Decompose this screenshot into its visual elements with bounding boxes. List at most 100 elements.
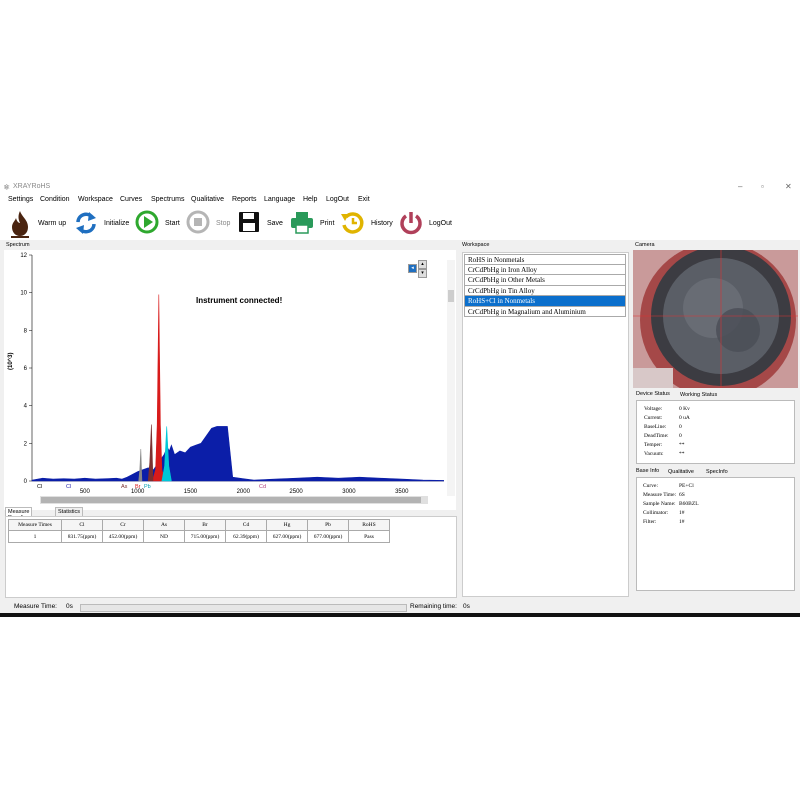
status-bar: Measure Time: 0s Remaining time: 0s bbox=[0, 601, 800, 613]
workspace-item[interactable]: CrCdPbHg in Iron Alloy bbox=[464, 264, 626, 275]
taskbar bbox=[0, 613, 800, 617]
menu-workspace[interactable]: Workspace bbox=[78, 196, 113, 203]
results-panel: Measure Times Cl Cr As Br Cd Hg Pb RoHS … bbox=[5, 516, 457, 598]
scroll-up-button[interactable]: ▴ bbox=[418, 260, 427, 269]
save-icon bbox=[239, 212, 259, 232]
stop-icon bbox=[186, 210, 210, 234]
col-pb: Pb bbox=[307, 519, 349, 531]
y-tick-label: 6 bbox=[24, 366, 28, 372]
deadtime-value: 0 bbox=[679, 433, 682, 439]
logout-label: LogOut bbox=[429, 220, 452, 227]
vacuum-value: ** bbox=[679, 451, 685, 457]
current-label: Current: bbox=[644, 415, 663, 421]
save-button[interactable]: Save bbox=[237, 208, 287, 240]
initialize-button[interactable]: Initialize bbox=[74, 208, 132, 240]
menu-bar: Settings Condition Workspace Curves Spec… bbox=[0, 194, 800, 208]
cell-cr: 452.00(ppm) bbox=[102, 530, 144, 543]
app-window: ⚛ XRAYRoHS – ▫ ✕ Settings Condition Work… bbox=[0, 180, 800, 615]
col-measure-times: Measure Times bbox=[8, 519, 62, 531]
element-label-cl-2: Cl bbox=[66, 484, 71, 490]
voltage-value: 0 Kv bbox=[679, 406, 690, 412]
col-rohs: RoHS bbox=[348, 519, 390, 531]
vertical-scroll-thumb[interactable] bbox=[448, 290, 454, 302]
menu-settings[interactable]: Settings bbox=[8, 196, 33, 203]
window-title: XRAYRoHS bbox=[13, 183, 51, 190]
remaining-time-value: 0s bbox=[463, 603, 470, 610]
workspace-item[interactable]: CrCdPbHg in Tin Alloy bbox=[464, 285, 626, 296]
close-icon[interactable]: ✕ bbox=[785, 182, 792, 191]
spectrum-caption: Spectrum bbox=[6, 242, 30, 248]
baseline-value: 0 bbox=[679, 424, 682, 430]
tab-specinfo[interactable]: SpecInfo bbox=[706, 469, 728, 475]
print-button[interactable]: Print bbox=[289, 208, 337, 240]
workspace-item[interactable]: RoHS in Nonmetals bbox=[464, 254, 626, 265]
spectrum-series-0 bbox=[31, 426, 444, 482]
measure-time-status-label: Measure Time: bbox=[14, 603, 57, 610]
spectrum-series-4 bbox=[138, 448, 143, 482]
cell-pb: 677.00(ppm) bbox=[307, 530, 349, 543]
spectrum-chart[interactable]: 024681012500 1000 1500 2000 2500 3000 3500 (10… bbox=[4, 250, 444, 498]
tab-qualitative[interactable]: Qualitative bbox=[668, 469, 694, 475]
measure-time-label: Measure Time: bbox=[643, 492, 677, 498]
workspace-item[interactable]: CrCdPbHg in Other Metals bbox=[464, 275, 626, 286]
menu-curves[interactable]: Curves bbox=[120, 196, 142, 203]
stop-label: Stop bbox=[216, 220, 231, 227]
menu-exit[interactable]: Exit bbox=[358, 196, 370, 203]
deadtime-label: DeadTime: bbox=[644, 433, 669, 439]
menu-spectrums[interactable]: Spectrums bbox=[151, 196, 184, 203]
history-button[interactable]: History bbox=[340, 208, 395, 240]
collimator-value: 1# bbox=[679, 510, 685, 516]
menu-help[interactable]: Help bbox=[303, 196, 317, 203]
logout-button[interactable]: LogOut bbox=[398, 208, 456, 240]
cell-cl: 831.75(ppm) bbox=[61, 530, 103, 543]
warmup-label: Warm up bbox=[38, 220, 67, 227]
flame-icon bbox=[11, 211, 29, 238]
play-icon bbox=[135, 210, 159, 234]
x-tick-label: 1500 bbox=[184, 489, 198, 495]
camera-view bbox=[633, 250, 798, 388]
menu-language[interactable]: Language bbox=[264, 196, 295, 203]
y-tick-label: 2 bbox=[24, 441, 28, 447]
element-label-cd: Cd bbox=[259, 484, 266, 490]
camera-caption: Camera bbox=[635, 242, 655, 248]
tab-device-status[interactable]: Device Status bbox=[636, 391, 670, 397]
start-button[interactable]: Start bbox=[135, 208, 183, 240]
workspace-item[interactable]: CrCdPbHg in Magnalium and Aluminium bbox=[464, 306, 626, 317]
scroll-down-button[interactable]: ▾ bbox=[418, 269, 427, 278]
cell-as: ND bbox=[143, 530, 185, 543]
history-label: History bbox=[371, 220, 393, 227]
toolbar: Warm up Initialize Start Stop Save Print… bbox=[0, 208, 800, 240]
y-tick-label: 0 bbox=[24, 479, 28, 485]
tab-base-info[interactable]: Base Info bbox=[636, 468, 659, 474]
horizontal-scrollbar[interactable] bbox=[40, 496, 428, 504]
table-row[interactable]: 1 831.75(ppm) 452.00(ppm) ND 715.00(ppm)… bbox=[8, 530, 390, 543]
y-axis-label: (10^3) bbox=[8, 352, 14, 370]
warmup-button[interactable]: Warm up bbox=[8, 208, 68, 240]
x-tick-label: 2500 bbox=[289, 489, 303, 495]
workspace-item-selected[interactable]: RoHS+Cl in Nonmetals bbox=[464, 296, 626, 307]
zoom-left-button[interactable]: ◂ bbox=[408, 264, 417, 273]
menu-reports[interactable]: Reports bbox=[232, 196, 257, 203]
stop-button[interactable]: Stop bbox=[186, 208, 234, 240]
axis-layer bbox=[31, 255, 444, 482]
spectrum-panel: 0 2 4 6 8 10 12 500 1000 1500 2000 2500 3000 3500 (10… bbox=[4, 250, 456, 510]
measure-time-status-value: 0s bbox=[66, 603, 73, 610]
tab-working-status[interactable]: Working Status bbox=[680, 392, 717, 398]
y-tick-label: 4 bbox=[24, 404, 28, 410]
collimator-label: Collimator: bbox=[643, 510, 669, 516]
menu-logout[interactable]: LogOut bbox=[326, 196, 349, 203]
minimize-icon[interactable]: – bbox=[738, 182, 742, 191]
measure-time-value: 6S bbox=[679, 492, 685, 498]
menu-qualitative[interactable]: Qualitative bbox=[191, 196, 224, 203]
menu-condition[interactable]: Condition bbox=[40, 196, 70, 203]
sample-name-value: B60BZL bbox=[679, 501, 699, 507]
vertical-scrollbar[interactable] bbox=[447, 260, 455, 496]
col-cd: Cd bbox=[225, 519, 267, 531]
horizontal-scroll-thumb[interactable] bbox=[41, 497, 421, 503]
power-icon bbox=[400, 212, 422, 235]
curve-value: PE+Cl bbox=[679, 483, 694, 489]
y-tick-label: 12 bbox=[20, 253, 27, 259]
sample-name-label: Sample Name: bbox=[643, 501, 676, 507]
printer-icon bbox=[291, 212, 313, 234]
maximize-icon[interactable]: ▫ bbox=[761, 182, 764, 191]
